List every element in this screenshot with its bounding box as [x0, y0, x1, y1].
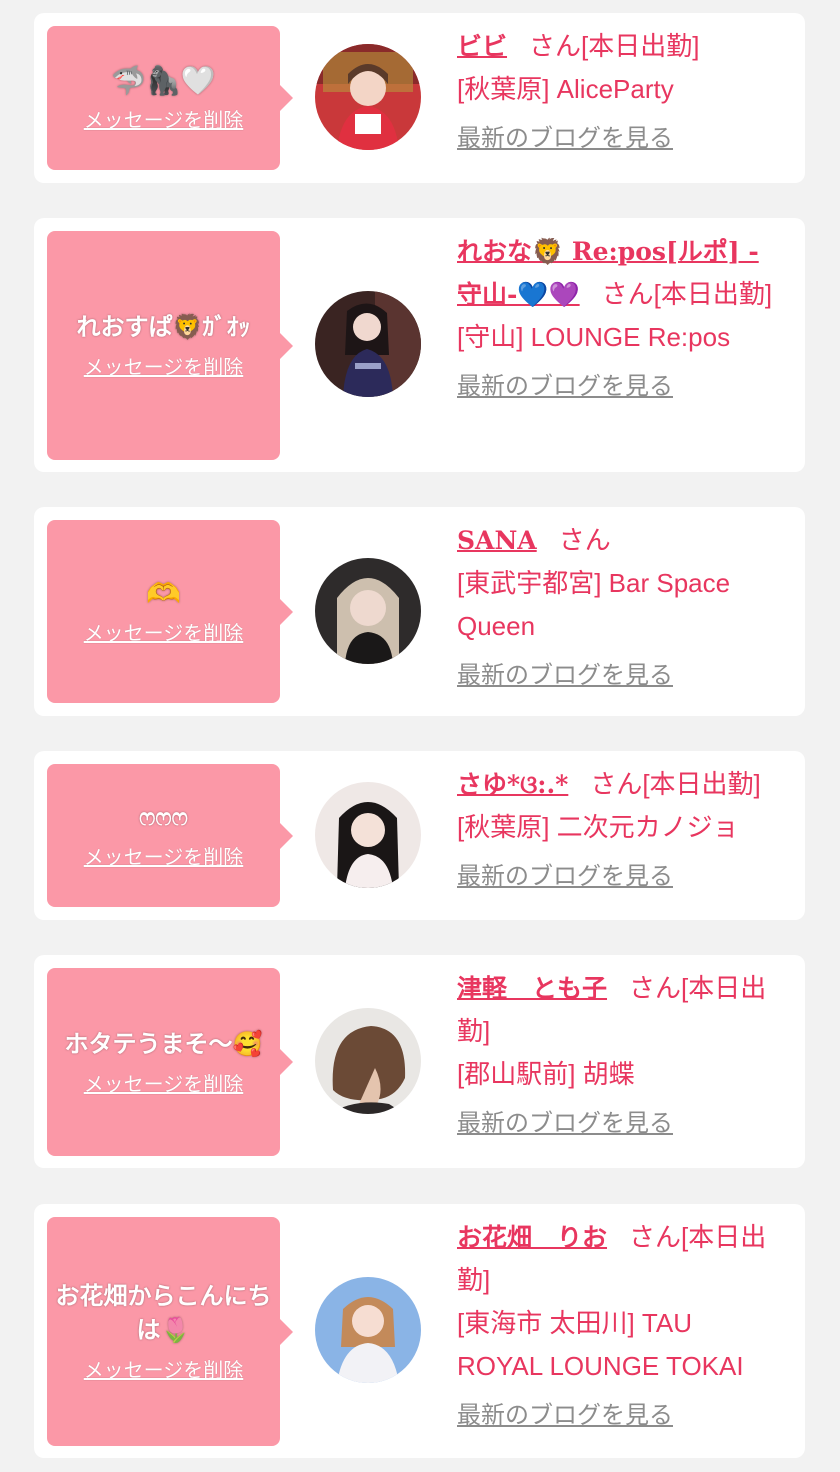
- shop-name: [秋葉原] 二次元カノジョ: [457, 812, 739, 842]
- delete-message-link[interactable]: メッセージを削除: [84, 841, 244, 870]
- shop-name: [守山] LOUNGE Re:pos: [457, 322, 731, 352]
- latest-blog-link[interactable]: 最新のブログを見る: [457, 1102, 673, 1145]
- message-bubble: お花畑からこんにちは🌷 メッセージを削除: [47, 1217, 293, 1446]
- shop-name: [秋葉原] AliceParty: [457, 74, 674, 104]
- cast-status: さん[本日出勤]: [590, 769, 761, 799]
- message-text: れおすぱ🦁ｶﾞｵｯ: [76, 314, 251, 341]
- avatar[interactable]: [315, 558, 421, 664]
- latest-blog-link[interactable]: 最新のブログを見る: [457, 1394, 673, 1437]
- cast-name-link[interactable]: 津軽 とも子: [457, 974, 607, 1003]
- latest-blog-link[interactable]: 最新のブログを見る: [457, 365, 673, 408]
- delete-message-link[interactable]: メッセージを削除: [84, 104, 244, 133]
- latest-blog-link[interactable]: 最新のブログを見る: [457, 117, 673, 160]
- message-card: 🦈🦍🤍 メッセージを削除 ビビ さん[本日出勤] [秋葉原] AliceParty…: [34, 13, 805, 183]
- message-text: ホタテうまそ〜🥰: [64, 1030, 263, 1058]
- message-bubble: 🫶 メッセージを削除: [47, 520, 293, 703]
- message-bubble: れおすぱ🦁ｶﾞｵｯ メッセージを削除: [47, 231, 293, 460]
- shop-name: [東海市 太田川] TAU ROYAL LOUNGE TOKAI: [457, 1308, 744, 1381]
- avatar[interactable]: [315, 782, 421, 888]
- cast-info: 津軽 とも子 さん[本日出勤] [郡山駅前] 胡蝶 最新のブログを見る: [457, 967, 777, 1145]
- latest-blog-link[interactable]: 最新のブログを見る: [457, 654, 673, 697]
- cast-info: SANA さん [東武宇都宮] Bar Space Queen 最新のブログを見る: [457, 519, 777, 697]
- message-bubble: 🦈🦍🤍 メッセージを削除: [47, 26, 293, 170]
- avatar[interactable]: [315, 291, 421, 397]
- latest-blog-link[interactable]: 最新のブログを見る: [457, 855, 673, 898]
- message-text: お花畑からこんにちは🌷: [55, 1283, 272, 1344]
- avatar-photo-red-dress-icon: [315, 44, 421, 150]
- cast-name-link[interactable]: SANA: [457, 526, 537, 555]
- message-card: 🫶 メッセージを削除 SANA さん [東武宇都宮] Bar Space Quee…: [34, 507, 805, 716]
- message-card: ෆෆෆ メッセージを削除 さゆ*ଓ:.* さん[本日出勤] [秋葉原] 二次元カノ…: [34, 751, 805, 920]
- avatar-photo-black-hair-icon: [315, 782, 421, 888]
- message-bubble: ෆෆෆ メッセージを削除: [47, 764, 293, 907]
- cast-info: お花畑 りお さん[本日出勤] [東海市 太田川] TAU ROYAL LOUNG…: [457, 1216, 777, 1437]
- cast-info: さゆ*ଓ:.* さん[本日出勤] [秋葉原] 二次元カノジョ 最新のブログを見る: [457, 763, 777, 898]
- message-card: お花畑からこんにちは🌷 メッセージを削除 お花畑 りお さん[本日出勤] [東海市…: [34, 1204, 805, 1458]
- avatar[interactable]: [315, 1008, 421, 1114]
- avatar-photo-short-hair-icon: [315, 1008, 421, 1114]
- message-card: れおすぱ🦁ｶﾞｵｯ メッセージを削除 れおな🦁 Re:pos[ルポ] -守山-💙…: [34, 218, 805, 472]
- shop-name: [東武宇都宮] Bar Space Queen: [457, 568, 731, 641]
- cast-name-link[interactable]: お花畑 りお: [457, 1223, 607, 1252]
- avatar-photo-blonde-icon: [315, 558, 421, 664]
- cast-status: さん[本日出勤]: [601, 279, 773, 309]
- avatar[interactable]: [315, 44, 421, 150]
- message-card: ホタテうまそ〜🥰 メッセージを削除 津軽 とも子 さん[本日出勤] [郡山駅前] …: [34, 955, 805, 1168]
- cast-name-link[interactable]: ビビ: [457, 32, 507, 61]
- cast-info: ビビ さん[本日出勤] [秋葉原] AliceParty 最新のブログを見る: [457, 25, 777, 160]
- delete-message-link[interactable]: メッセージを削除: [84, 351, 244, 380]
- delete-message-link[interactable]: メッセージを削除: [84, 1068, 244, 1097]
- shop-name: [郡山駅前] 胡蝶: [457, 1059, 635, 1089]
- cast-status: さん: [558, 525, 611, 555]
- avatar[interactable]: [315, 1277, 421, 1383]
- cast-status: さん[本日出勤]: [529, 31, 700, 61]
- avatar-photo-blue-bg-icon: [315, 1277, 421, 1383]
- delete-message-link[interactable]: メッセージを削除: [84, 1354, 244, 1383]
- cast-name-link[interactable]: さゆ*ଓ:.*: [457, 770, 568, 799]
- cast-info: れおな🦁 Re:pos[ルポ] -守山-💙💜 さん[本日出勤] [守山] LOUN…: [457, 230, 777, 408]
- delete-message-link[interactable]: メッセージを削除: [84, 617, 244, 646]
- message-text: ෆෆෆ: [139, 804, 188, 831]
- message-text: 🦈🦍🤍: [111, 64, 216, 96]
- avatar-photo-dark-dress-icon: [315, 291, 421, 397]
- message-bubble: ホタテうまそ〜🥰 メッセージを削除: [47, 968, 293, 1156]
- message-text: 🫶: [146, 578, 181, 609]
